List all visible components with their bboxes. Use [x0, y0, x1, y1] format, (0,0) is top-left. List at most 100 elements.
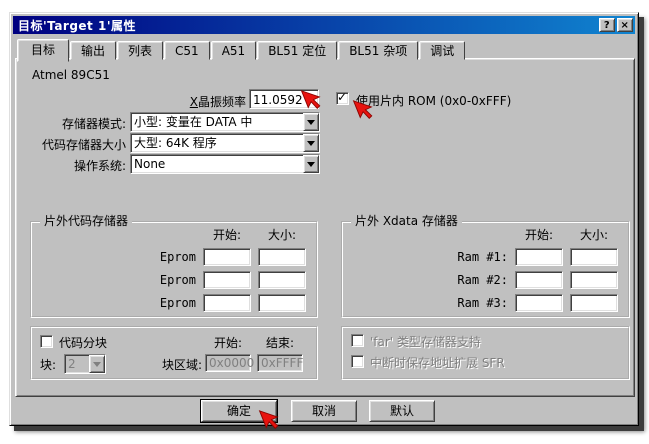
tab-label: 调试	[430, 44, 454, 58]
checkmark-icon: ✓	[337, 90, 347, 104]
start-column-header: 开始:	[203, 226, 251, 243]
tab-c51[interactable]: C51	[164, 41, 210, 60]
offchip-code-memory-title: 片外代码存储器	[40, 214, 132, 228]
xtal-frequency-label: X晶振频率	[136, 93, 246, 110]
eprom2-size-input[interactable]	[258, 271, 306, 289]
ok-button-label: 确定	[227, 404, 251, 418]
bank-area-end-field: 0xFFFF	[257, 354, 303, 372]
operating-system-label: 操作系统:	[16, 157, 126, 174]
tab-label: BL51 杂项	[349, 44, 407, 58]
memory-options-group: ✓ 'far' 类型存储器支持 ✓ 中断时保存地址扩展 SFR	[341, 326, 630, 380]
chevron-down-icon	[307, 120, 315, 125]
target-options-dialog: 目标'Target 1'属性 ? × 目标 输出 列表 C51 A51 BL51…	[9, 12, 639, 426]
bank-end-header: 结束:	[257, 334, 303, 351]
dialog-title: 目标'Target 1'属性	[18, 17, 136, 34]
code-memory-grid: 开始: 大小: Eprom Eprom Eprom	[160, 226, 306, 312]
tab-label: BL51 定位	[268, 44, 326, 58]
ram1-size-input[interactable]	[570, 248, 618, 266]
eprom2-label: Eprom	[160, 273, 196, 287]
code-banking-checkbox[interactable]: ✓	[40, 335, 53, 348]
offchip-code-memory-group: 片外代码存储器 开始: 大小: Eprom Eprom Eprom	[30, 221, 318, 318]
size-column-header: 大小:	[570, 226, 618, 243]
offchip-xdata-memory-title: 片外 Xdata 存储器	[351, 214, 462, 228]
start-column-header: 开始:	[515, 226, 563, 243]
target-tab-page: Atmel 89C51 X晶振频率 ✓ 使用片内 ROM (0x0-0xFFF)…	[15, 58, 635, 397]
tab-debug[interactable]: 调试	[419, 41, 465, 60]
far-memory-label: 'far' 类型存储器支持	[370, 333, 481, 350]
tab-a51[interactable]: A51	[211, 41, 256, 60]
eprom1-size-input[interactable]	[258, 248, 306, 266]
save-sfr-checkbox: ✓	[351, 355, 364, 368]
eprom1-start-input[interactable]	[203, 248, 251, 266]
code-rom-size-dropdown-button[interactable]	[303, 134, 319, 152]
bank-start-header: 开始:	[205, 334, 251, 351]
default-button[interactable]: 默认	[369, 400, 435, 422]
chevron-down-icon	[307, 141, 315, 146]
use-onchip-rom-label: 使用片内 ROM (0x0-0xFFF)	[356, 92, 511, 109]
use-onchip-rom-checkbox[interactable]: ✓	[336, 92, 349, 105]
operating-system-select[interactable]: None	[130, 154, 320, 174]
tab-label: 输出	[81, 44, 105, 58]
xtal-frequency-input[interactable]	[249, 89, 319, 109]
tab-bl51-misc[interactable]: BL51 杂项	[338, 41, 418, 60]
eprom3-label: Eprom	[160, 296, 196, 310]
tab-bl51-locate[interactable]: BL51 定位	[257, 41, 337, 60]
memory-model-value: 小型: 变量在 DATA 中	[134, 114, 301, 130]
ok-button[interactable]: 确定	[201, 400, 277, 422]
offchip-xdata-memory-group: 片外 Xdata 存储器 开始: 大小: Ram #1: Ram #2: Ram…	[341, 221, 630, 318]
ram2-label: Ram #2:	[457, 273, 508, 287]
ram1-start-input[interactable]	[515, 248, 563, 266]
xdata-memory-grid: 开始: 大小: Ram #1: Ram #2: Ram #3:	[457, 226, 618, 312]
bank-area-label: 块区域:	[140, 356, 202, 373]
ram2-start-input[interactable]	[515, 271, 563, 289]
eprom1-label: Eprom	[160, 250, 196, 264]
xtal-label-text: 晶振频率	[198, 95, 246, 109]
close-icon: ×	[621, 20, 630, 31]
code-rom-size-value: 大型: 64K 程序	[134, 135, 301, 151]
code-rom-size-select[interactable]: 大型: 64K 程序	[130, 133, 320, 153]
tab-strip: 目标 输出 列表 C51 A51 BL51 定位 BL51 杂项 调试	[17, 37, 466, 60]
close-button[interactable]: ×	[617, 18, 633, 32]
titlebar[interactable]: 目标'Target 1'属性 ? ×	[13, 16, 635, 34]
screenshot-background: 目标'Target 1'属性 ? × 目标 输出 列表 C51 A51 BL51…	[0, 0, 649, 444]
code-banking-group: ✓ 代码分块 开始: 结束: 块: 2 块区域: 0x0000 0xFFFF	[30, 326, 318, 380]
ram3-start-input[interactable]	[515, 294, 563, 312]
chevron-down-icon	[307, 162, 315, 167]
code-rom-size-label: 代码存储器大小	[16, 136, 126, 153]
ram1-label: Ram #1:	[457, 250, 508, 264]
help-icon: ?	[604, 20, 610, 31]
tab-label: 目标	[31, 43, 55, 57]
eprom3-start-input[interactable]	[203, 294, 251, 312]
memory-model-label: 存储器模式:	[16, 115, 126, 132]
operating-system-value: None	[134, 156, 301, 172]
tab-label: 列表	[128, 44, 152, 58]
cancel-button[interactable]: 取消	[291, 400, 357, 422]
tab-target[interactable]: 目标	[17, 39, 69, 62]
memory-model-dropdown-button[interactable]	[303, 113, 319, 131]
code-banking-label: 代码分块	[59, 334, 107, 351]
banks-label: 块:	[40, 356, 56, 373]
save-sfr-label: 中断时保存地址扩展 SFR	[370, 354, 505, 371]
size-column-header: 大小:	[258, 226, 306, 243]
device-label: Atmel 89C51	[32, 68, 110, 82]
tab-label: C51	[175, 44, 199, 58]
memory-model-select[interactable]: 小型: 变量在 DATA 中	[130, 112, 320, 132]
banks-value: 2	[68, 356, 87, 372]
eprom2-start-input[interactable]	[203, 271, 251, 289]
titlebar-buttons: ? ×	[599, 16, 633, 34]
tab-label: A51	[222, 44, 245, 58]
eprom3-size-input[interactable]	[258, 294, 306, 312]
xtal-accel: X	[190, 95, 198, 109]
chevron-down-icon	[93, 362, 101, 367]
help-button[interactable]: ?	[599, 18, 615, 32]
ram3-label: Ram #3:	[457, 296, 508, 310]
banks-select: 2	[64, 354, 106, 374]
tab-output[interactable]: 输出	[70, 41, 116, 60]
ram2-size-input[interactable]	[570, 271, 618, 289]
ram3-size-input[interactable]	[570, 294, 618, 312]
operating-system-dropdown-button[interactable]	[303, 155, 319, 173]
far-memory-checkbox: ✓	[351, 334, 364, 347]
cancel-button-label: 取消	[312, 404, 336, 418]
tab-listing[interactable]: 列表	[117, 41, 163, 60]
banks-dropdown-button	[89, 355, 105, 373]
